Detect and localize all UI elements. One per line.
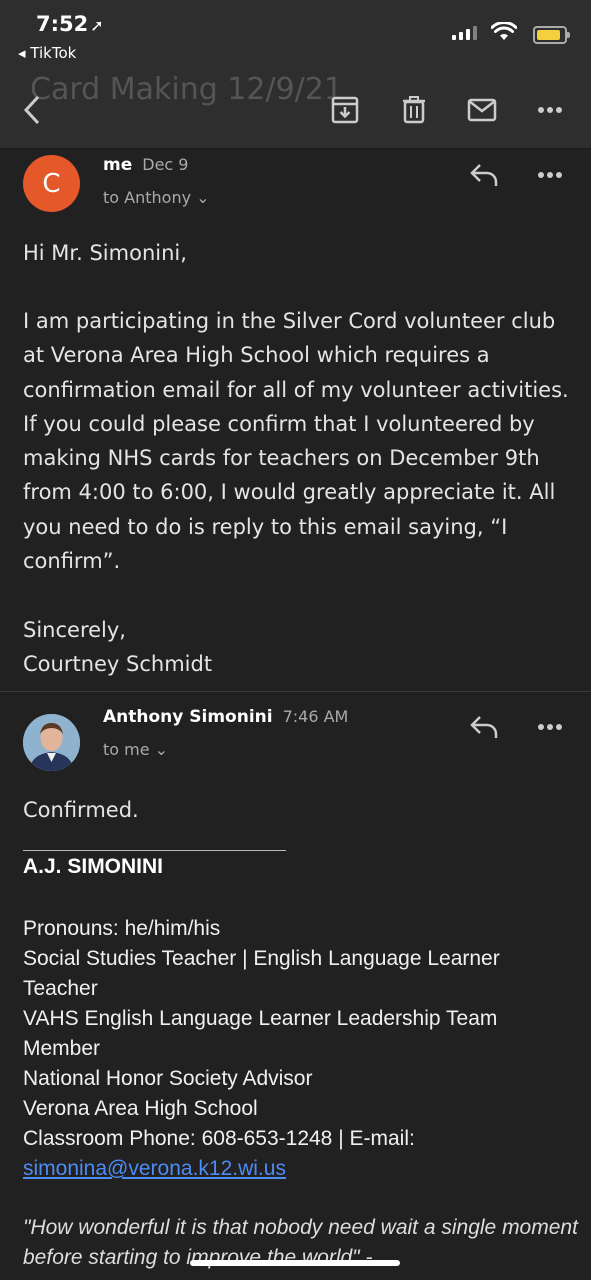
message-greeting: Hi Mr. Simonini, bbox=[23, 241, 187, 265]
more-icon bbox=[538, 172, 562, 178]
more-icon bbox=[538, 107, 562, 113]
back-button[interactable] bbox=[12, 90, 52, 130]
more-options-button[interactable] bbox=[530, 90, 570, 130]
reply-button[interactable] bbox=[469, 714, 503, 744]
archive-button[interactable] bbox=[325, 90, 365, 130]
sender-name: Anthony Simonini 7:46 AM bbox=[103, 707, 349, 727]
signature-team: VAHS English Language Learner Leadership… bbox=[23, 1007, 498, 1060]
delete-button[interactable] bbox=[394, 90, 434, 130]
message-more-button[interactable] bbox=[537, 164, 567, 184]
home-indicator[interactable] bbox=[190, 1260, 400, 1266]
mail-icon bbox=[467, 98, 497, 122]
signature-advisor: National Honor Society Advisor bbox=[23, 1067, 313, 1090]
signature-email-line: simonina@verona.k12.wi.us bbox=[23, 1154, 578, 1184]
message-closing: Sincerely, bbox=[23, 618, 126, 642]
reply-icon bbox=[470, 716, 498, 738]
email-link[interactable]: simonina@verona.k12.wi.us bbox=[23, 1157, 286, 1180]
avatar: C bbox=[23, 155, 80, 212]
signature-name: A.J. SIMONINI bbox=[23, 855, 164, 878]
sender-name: me Dec 9 bbox=[103, 155, 189, 175]
back-to-app-link[interactable]: ◂ TikTok bbox=[18, 44, 76, 62]
message-more-button[interactable] bbox=[537, 716, 567, 736]
archive-icon bbox=[331, 96, 359, 124]
trash-icon bbox=[403, 96, 425, 124]
wifi-icon bbox=[491, 22, 517, 40]
signature-divider bbox=[23, 850, 286, 851]
signature-pronouns: Pronouns: he/him/his bbox=[23, 917, 221, 940]
message-divider bbox=[0, 691, 591, 692]
message-date: Dec 9 bbox=[142, 155, 189, 174]
reply-icon bbox=[470, 164, 498, 186]
location-arrow-icon: ➚ bbox=[90, 16, 104, 35]
back-icon bbox=[23, 95, 40, 125]
status-bar: 7:52 ➚ ◂ TikTok bbox=[0, 0, 591, 70]
more-icon bbox=[538, 724, 562, 730]
mark-unread-button[interactable] bbox=[462, 90, 502, 130]
battery-icon bbox=[533, 26, 570, 44]
recipients-toggle[interactable]: to Anthony ⌄ bbox=[103, 188, 210, 207]
signature-contact: Classroom Phone: 608-653-1248 | E-mail: bbox=[23, 1127, 415, 1150]
message-body: I am participating in the Silver Cord vo… bbox=[23, 309, 569, 574]
signature-title: Social Studies Teacher | English Languag… bbox=[23, 947, 500, 1000]
recipients-toggle[interactable]: to me ⌄ bbox=[103, 740, 168, 759]
reply-button[interactable] bbox=[469, 162, 503, 192]
reply-body: Confirmed. bbox=[23, 798, 139, 822]
clock: 7:52 ➚ bbox=[36, 12, 104, 36]
message-date: 7:46 AM bbox=[282, 707, 349, 726]
avatar bbox=[23, 714, 80, 771]
subject-title: Card Making 12/9/21 bbox=[30, 72, 343, 107]
email-toolbar: Card Making 12/9/21 bbox=[0, 70, 591, 149]
signature-school: Verona Area High School bbox=[23, 1097, 258, 1120]
message-signature: Courtney Schmidt bbox=[23, 652, 213, 676]
cellular-signal-icon bbox=[452, 26, 477, 40]
